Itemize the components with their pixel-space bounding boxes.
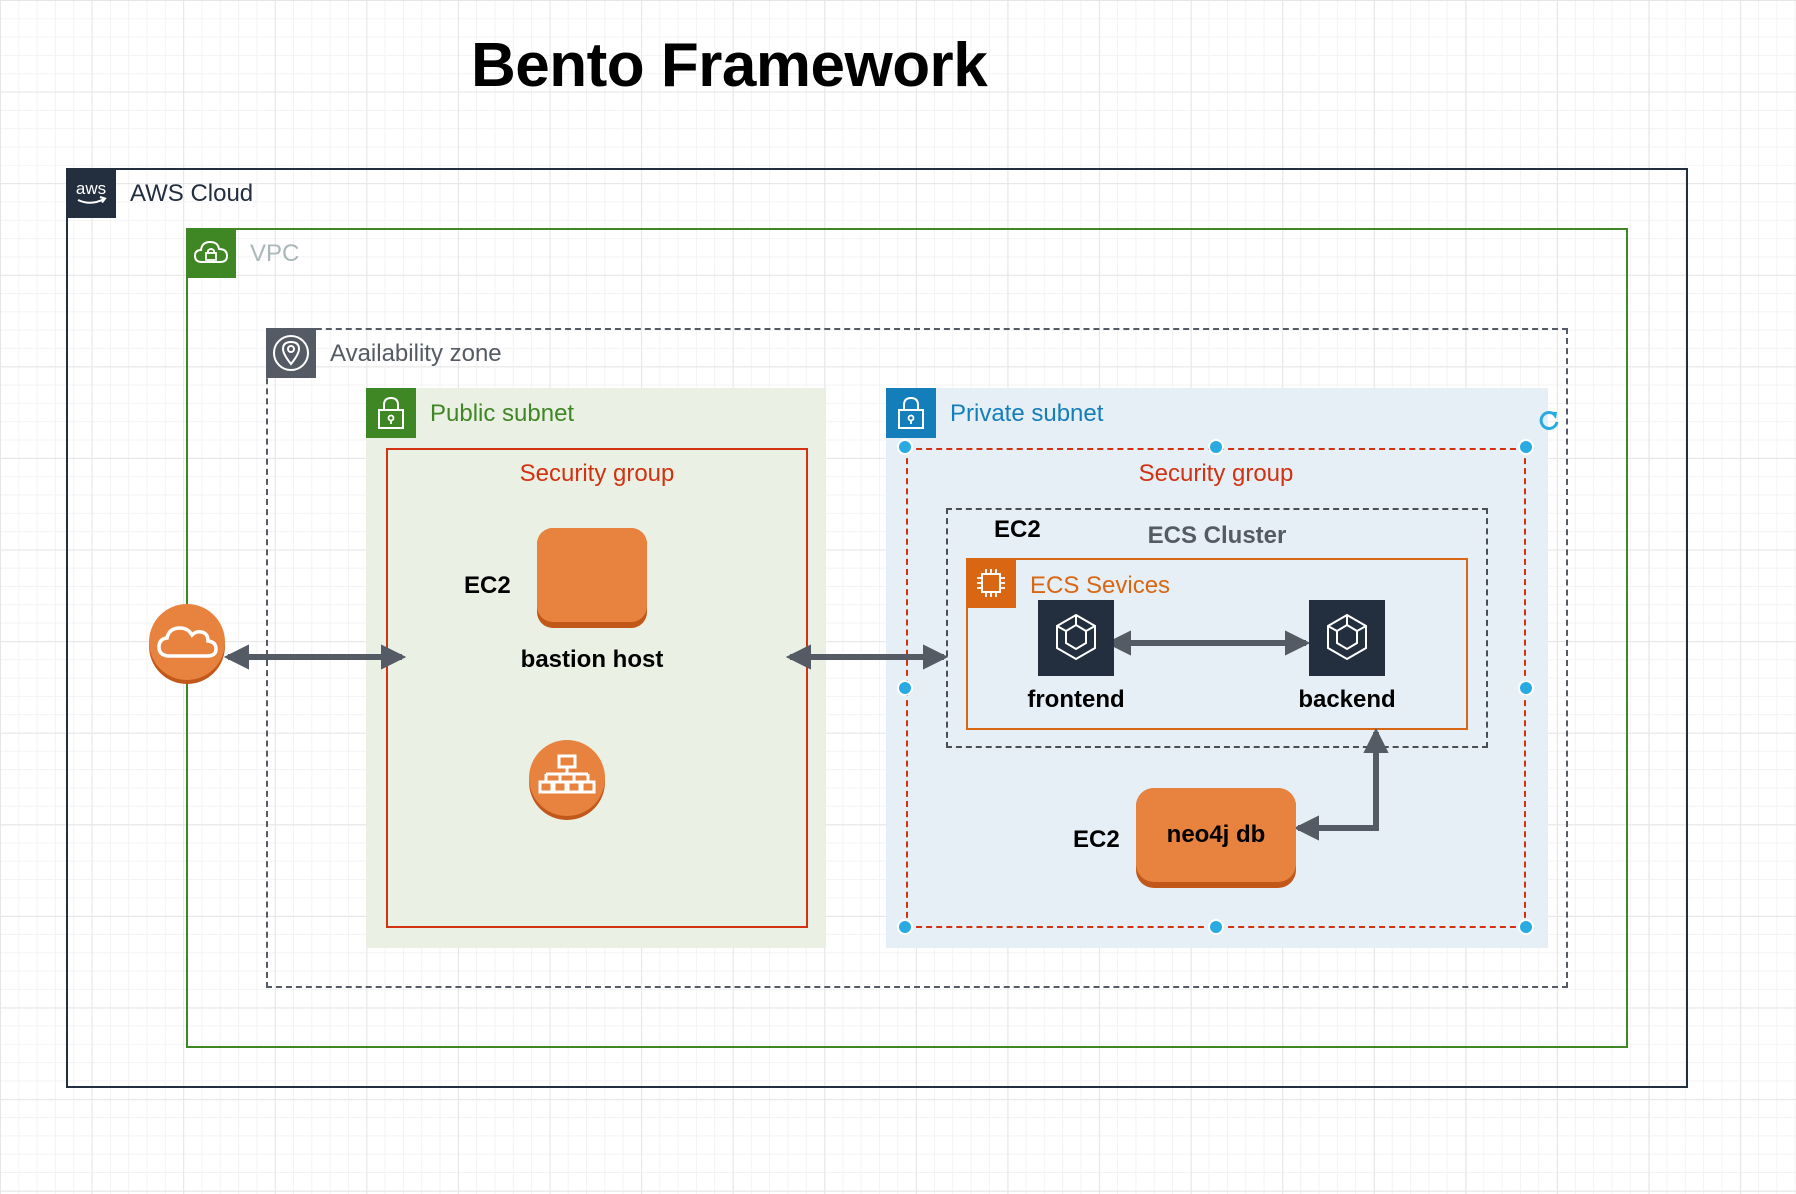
- resize-handle-top-right[interactable]: [1518, 439, 1534, 455]
- resize-handle-right[interactable]: [1518, 680, 1534, 696]
- frontend-label: frontend: [1027, 686, 1125, 713]
- neo4j-ec2-tag: EC2: [1073, 826, 1120, 853]
- bastion-host-node[interactable]: [537, 528, 647, 628]
- frontend-node[interactable]: [1038, 600, 1114, 676]
- bastion-host-label: bastion host: [520, 646, 664, 673]
- backend-label: backend: [1298, 686, 1396, 713]
- load-balancer-icon[interactable]: [526, 738, 608, 820]
- ecs-task-icon: [1056, 613, 1096, 661]
- ecs-task-icon: [1327, 613, 1367, 661]
- edge-neo4j-backend[interactable]: [1293, 727, 1389, 841]
- resize-handle-top-left[interactable]: [897, 439, 913, 455]
- neo4j-db-node[interactable]: neo4j db: [1136, 788, 1296, 888]
- rotate-handle-icon[interactable]: [1536, 408, 1562, 434]
- resize-handle-top[interactable]: [1208, 439, 1224, 455]
- bastion-ec2-tag: EC2: [464, 572, 511, 599]
- resize-handle-left[interactable]: [897, 680, 913, 696]
- internet-cloud-icon[interactable]: [146, 602, 228, 684]
- resize-handle-bottom-right[interactable]: [1518, 919, 1534, 935]
- backend-node[interactable]: [1309, 600, 1385, 676]
- resize-handle-bottom-left[interactable]: [897, 919, 913, 935]
- resize-handle-bottom[interactable]: [1208, 919, 1224, 935]
- connectors: [223, 630, 1389, 841]
- neo4j-db-label: neo4j db: [1166, 821, 1266, 848]
